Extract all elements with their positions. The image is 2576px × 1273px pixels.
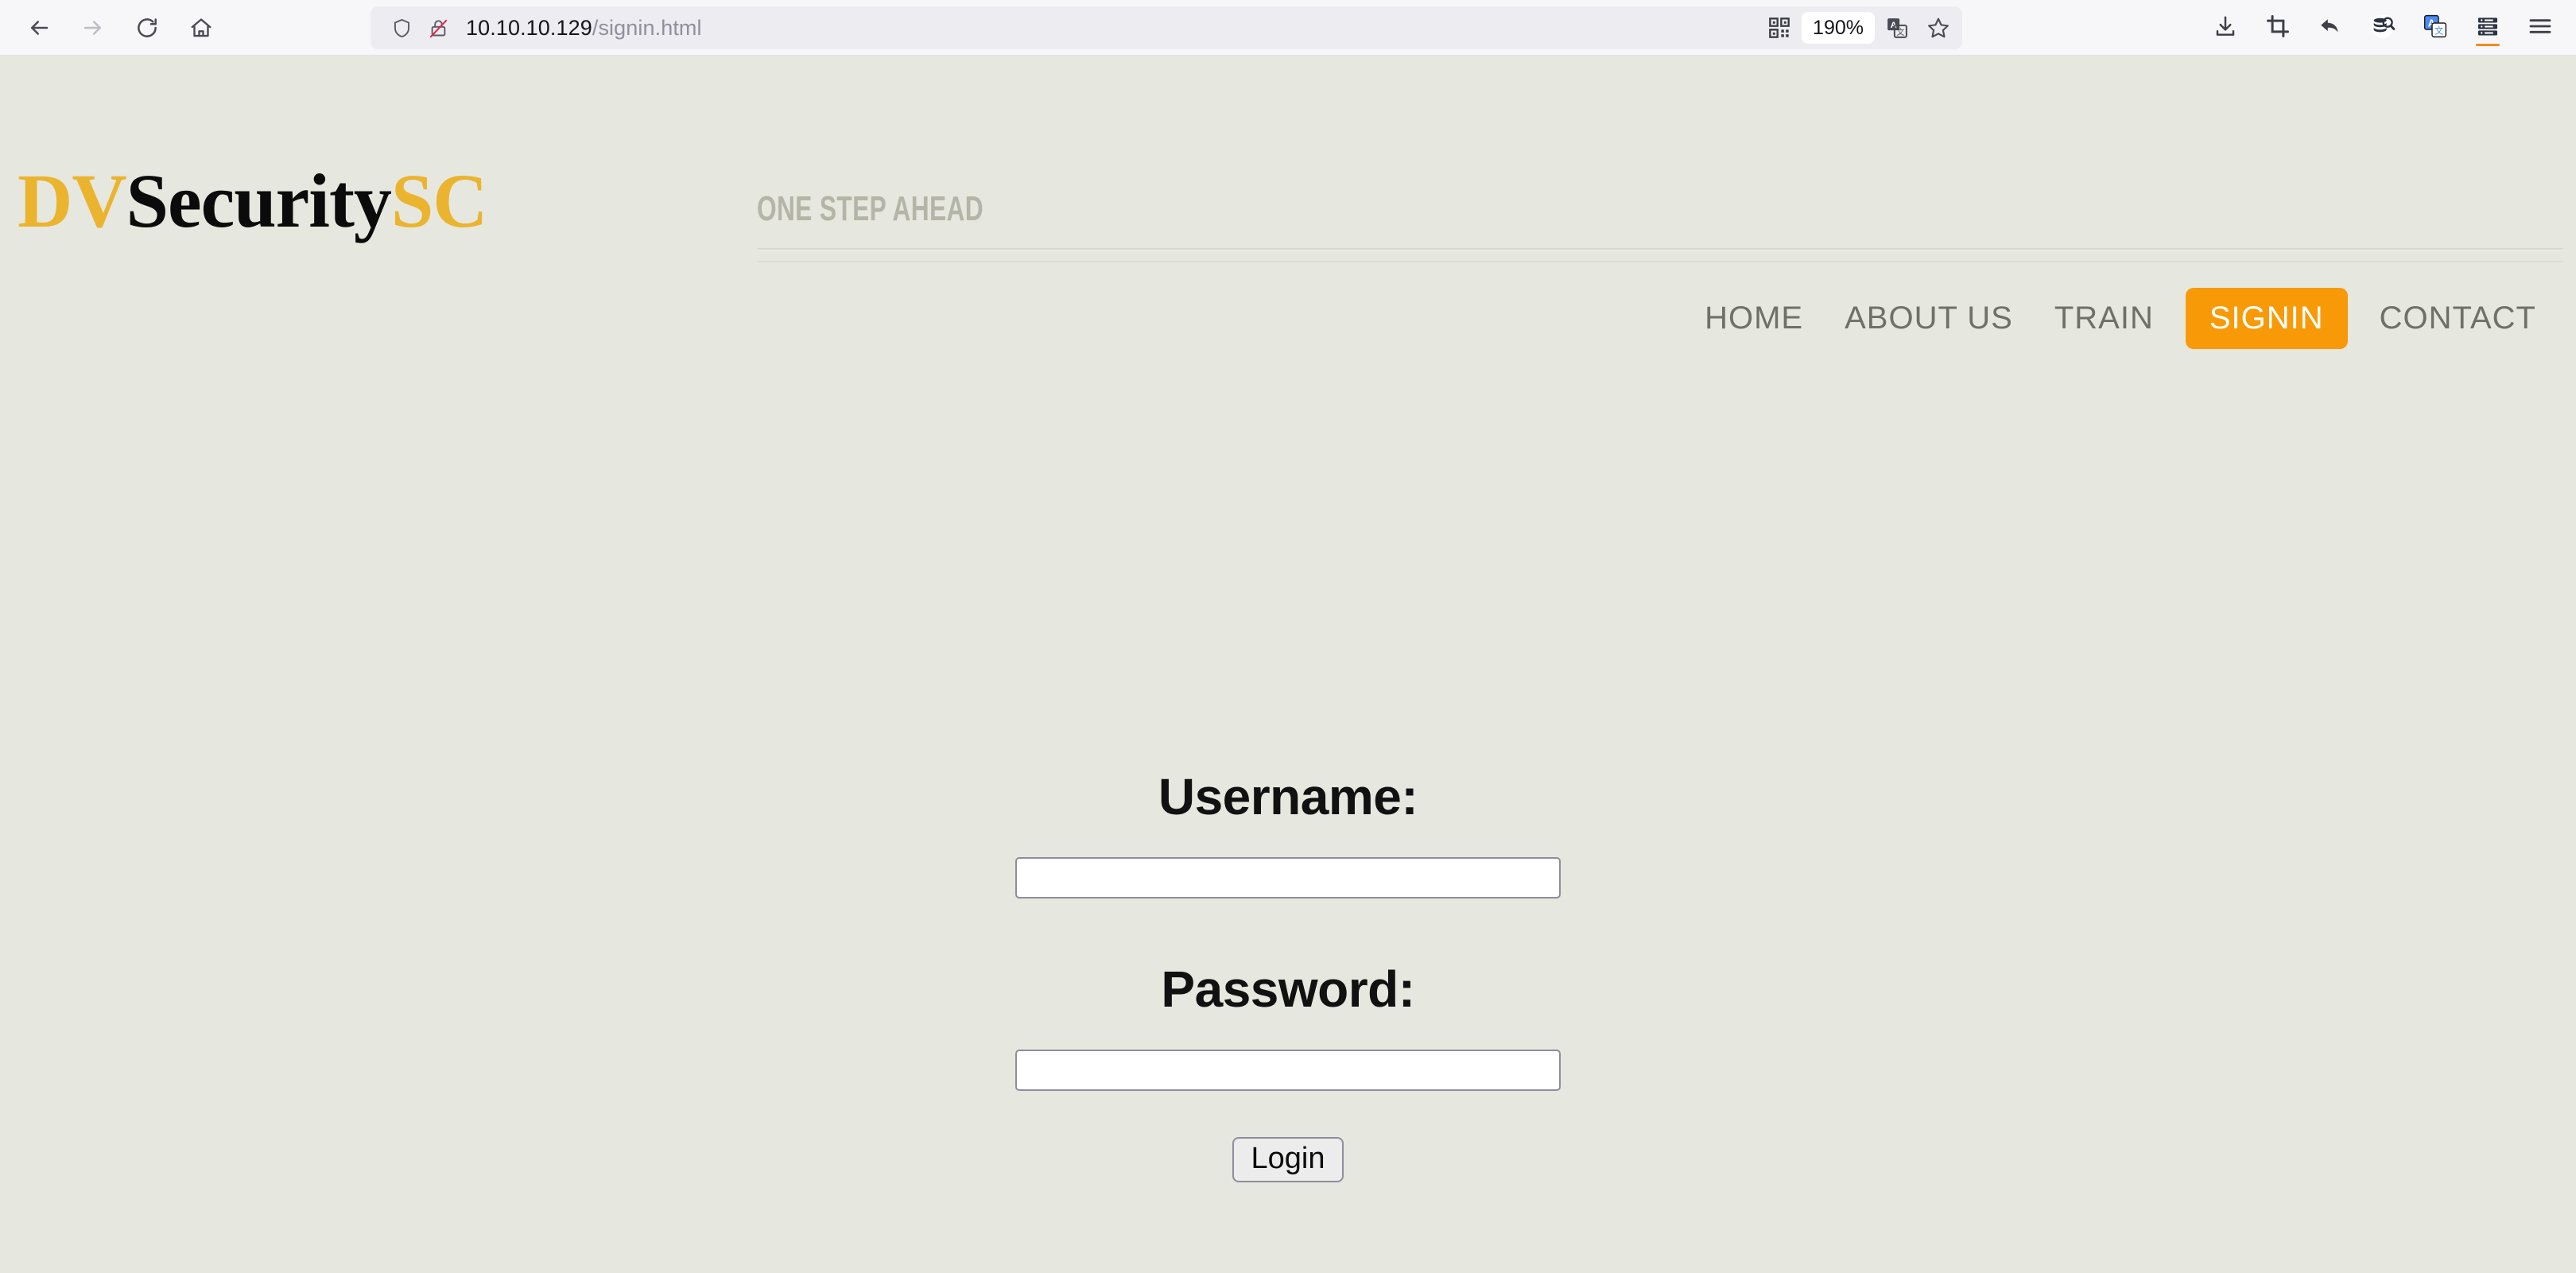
translate-extension-button[interactable]: A 文 <box>2411 3 2460 52</box>
screenshot-button[interactable] <box>2253 3 2302 52</box>
app-menu-button[interactable] <box>2516 3 2565 52</box>
search-database-button[interactable] <box>2358 3 2407 52</box>
undo-close-tab-button[interactable] <box>2306 3 2355 52</box>
back-button[interactable] <box>14 3 64 52</box>
url-path: /signin.html <box>592 15 702 40</box>
nav-item-home[interactable]: HOME <box>1684 289 1824 347</box>
page-content: DVSecuritySC ONE STEP AHEAD HOME ABOUT U… <box>0 56 2576 1272</box>
header-divider <box>757 248 2563 250</box>
server-tools-button[interactable] <box>2463 3 2512 52</box>
active-indicator <box>2476 44 2500 46</box>
nav-item-contact[interactable]: CONTACT <box>2359 289 2557 347</box>
browser-chrome: 10.10.10.129/signin.html 190% A 文 A 文 <box>0 0 2576 56</box>
main-navigation: HOME ABOUT US TRAIN SIGNIN CONTACT <box>1684 288 2557 349</box>
download-icon <box>2213 14 2237 42</box>
reload-icon <box>135 16 159 40</box>
forward-button[interactable] <box>68 3 118 52</box>
back-arrow-icon <box>27 16 51 40</box>
username-input[interactable] <box>1015 857 1561 898</box>
header-divider-secondary <box>757 261 2563 262</box>
undo-arrow-icon <box>2318 14 2343 43</box>
username-label: Username: <box>1158 768 1418 825</box>
site-tagline: ONE STEP AHEAD <box>757 189 983 228</box>
login-button[interactable]: Login <box>1232 1137 1344 1182</box>
password-input[interactable] <box>1015 1050 1561 1091</box>
forward-arrow-icon <box>81 16 105 40</box>
password-label: Password: <box>1161 961 1415 1018</box>
home-icon <box>189 16 213 40</box>
address-bar-container: 10.10.10.129/signin.html 190% A 文 <box>370 6 1962 49</box>
database-search-icon <box>2370 14 2396 43</box>
reload-button[interactable] <box>122 3 172 52</box>
logo-suffix: SC <box>390 158 488 243</box>
form-spacer <box>0 898 2576 964</box>
site-logo[interactable]: DVSecuritySC <box>17 163 488 239</box>
translate-icon[interactable]: A 文 <box>1878 10 1916 46</box>
nav-item-train[interactable]: TRAIN <box>2034 289 2174 347</box>
svg-text:文: 文 <box>2434 25 2443 36</box>
browser-nav-buttons <box>0 3 226 52</box>
nav-item-signin[interactable]: SIGNIN <box>2185 288 2348 349</box>
zoom-level-badge[interactable]: 190% <box>1802 12 1875 44</box>
svg-text:文: 文 <box>1896 27 1904 37</box>
site-header: DVSecuritySC ONE STEP AHEAD HOME ABOUT U… <box>0 56 2576 349</box>
qr-code-icon[interactable] <box>1760 10 1798 46</box>
downloads-button[interactable] <box>2201 3 2250 52</box>
hamburger-menu-icon <box>2528 14 2553 43</box>
crop-icon <box>2266 14 2290 42</box>
address-bar-actions: 190% A 文 <box>1760 10 1957 46</box>
shield-icon[interactable] <box>383 10 420 46</box>
logo-prefix: DV <box>17 158 127 243</box>
url-text: 10.10.10.129/signin.html <box>466 16 702 41</box>
nav-item-about-us[interactable]: ABOUT US <box>1824 289 2034 347</box>
insecure-lock-icon[interactable] <box>420 10 456 46</box>
logo-middle: Security <box>126 158 392 243</box>
bookmark-star-icon[interactable] <box>1919 10 1957 46</box>
login-form: Username: Password: Login <box>0 771 2576 1182</box>
server-stack-icon <box>2475 14 2500 43</box>
address-bar[interactable]: 10.10.10.129/signin.html 190% A 文 <box>370 6 1962 49</box>
home-button[interactable] <box>177 3 226 52</box>
translate-icon: A 文 <box>2423 14 2448 43</box>
browser-toolbar: A 文 <box>2201 3 2565 52</box>
url-host: 10.10.10.129 <box>466 15 592 40</box>
